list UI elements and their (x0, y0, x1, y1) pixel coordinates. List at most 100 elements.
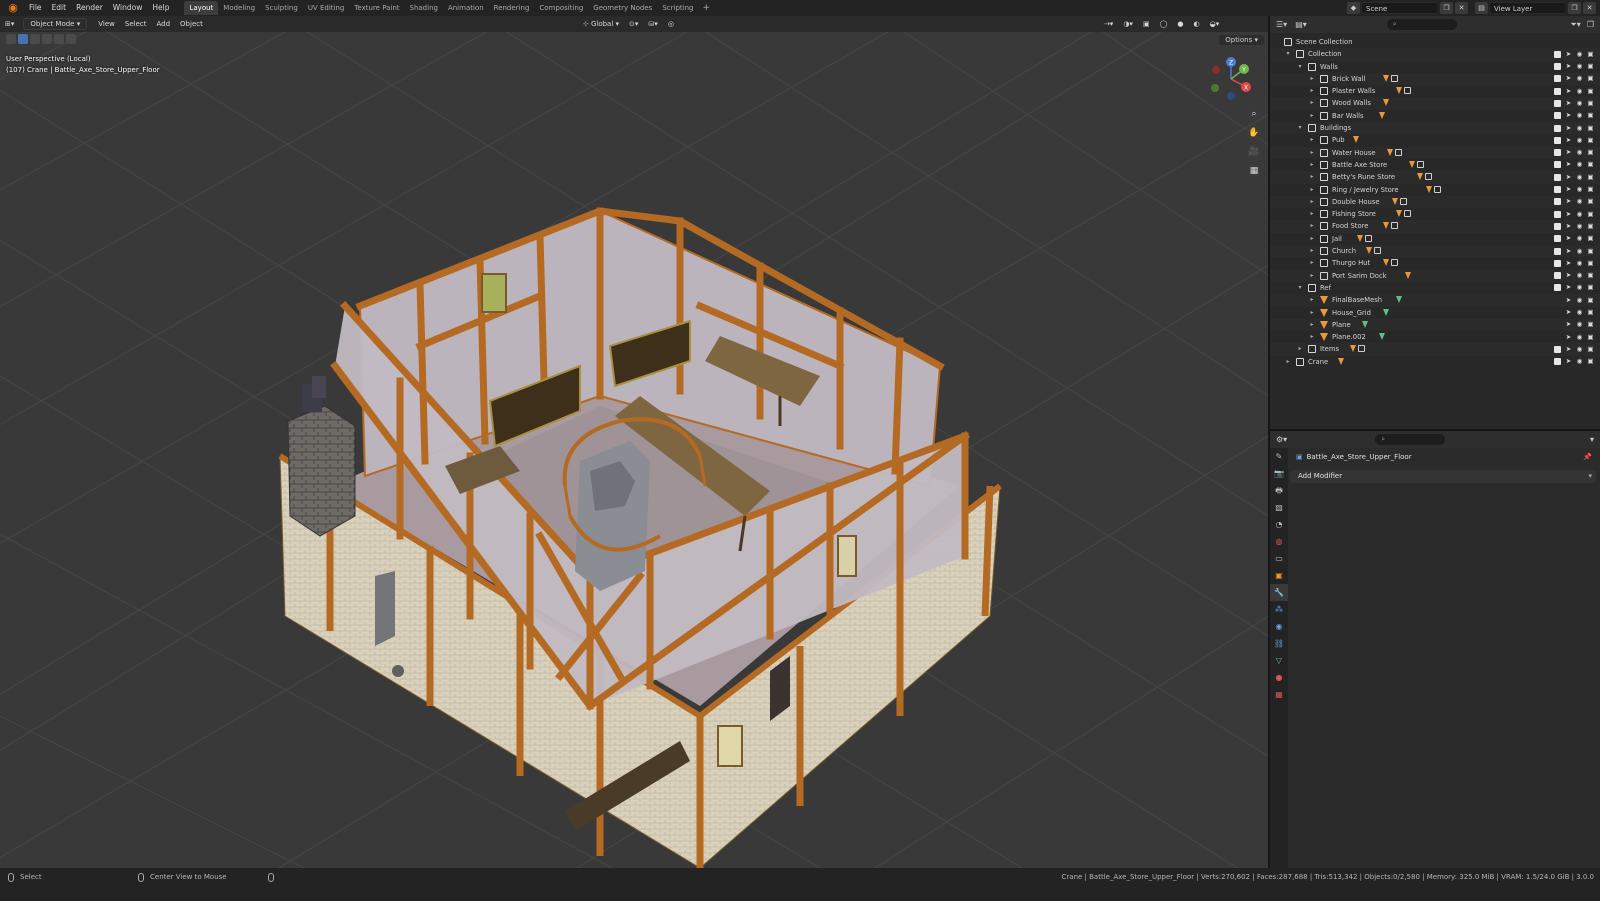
scene-icon[interactable]: ◆ (1347, 2, 1360, 14)
outliner-row[interactable]: ▸ Water House ➤ ◉ ▣ (1270, 146, 1600, 159)
expand-open-icon[interactable]: ▾ (1284, 48, 1292, 60)
particles-tab-icon[interactable]: ⁂ (1270, 601, 1288, 618)
expand-closed-icon[interactable]: ▸ (1308, 319, 1316, 331)
expand-closed-icon[interactable]: ▸ (1284, 356, 1292, 368)
outliner-row[interactable]: ▸ Wood Walls ➤ ◉ ▣ (1270, 97, 1600, 110)
expand-closed-icon[interactable]: ▸ (1296, 343, 1304, 355)
scene-name-field[interactable]: Scene (1361, 2, 1439, 14)
exclude-checkbox[interactable] (1554, 87, 1561, 95)
exclude-checkbox[interactable] (1554, 198, 1561, 206)
physics-tab-icon[interactable]: ◉ (1270, 618, 1288, 635)
visibility-eye-icon[interactable]: ◉ (1576, 99, 1583, 107)
row-contents-icons[interactable] (1404, 271, 1411, 279)
exclude-checkbox[interactable] (1554, 124, 1561, 132)
render-camera-icon[interactable]: ▣ (1587, 321, 1594, 328)
visibility-eye-icon[interactable]: ◉ (1576, 75, 1583, 82)
exclude-checkbox[interactable] (1554, 210, 1561, 218)
exclude-checkbox[interactable] (1554, 259, 1561, 267)
row-contents-icons[interactable] (1378, 111, 1385, 119)
row-contents-icons[interactable] (1361, 320, 1368, 328)
visibility-eye-icon[interactable]: ◉ (1576, 235, 1583, 242)
exclude-checkbox[interactable] (1554, 149, 1561, 157)
selectable-toggle-icon[interactable]: ➤ (1565, 186, 1572, 193)
selectable-toggle-icon[interactable]: ➤ (1565, 99, 1572, 107)
camera-view-icon[interactable]: 🎥 (1246, 144, 1262, 160)
row-contents-icons[interactable] (1426, 185, 1441, 193)
expand-open-icon[interactable]: ▾ (1296, 61, 1304, 73)
selectable-toggle-icon[interactable]: ➤ (1565, 247, 1572, 255)
selectable-toggle-icon[interactable]: ➤ (1565, 75, 1572, 82)
exclude-checkbox[interactable] (1554, 222, 1561, 230)
constraints-tab-icon[interactable]: ⛓ (1270, 635, 1288, 652)
pan-hand-icon[interactable]: ✋ (1246, 125, 1262, 141)
tab-texture-paint[interactable]: Texture Paint (349, 1, 404, 15)
row-contents-icons[interactable] (1383, 99, 1389, 107)
navigation-gizmo[interactable]: Z X Y (1208, 56, 1254, 102)
render-camera-icon[interactable]: ▣ (1587, 161, 1594, 168)
selectable-toggle-icon[interactable]: ➤ (1565, 124, 1572, 132)
visibility-eye-icon[interactable]: ◉ (1576, 333, 1583, 341)
tab-compositing[interactable]: Compositing (534, 1, 588, 15)
outliner-display-mode-icon[interactable]: ▤▾ (1295, 20, 1307, 29)
tab-geometry-nodes[interactable]: Geometry Nodes (588, 1, 657, 15)
menu-help[interactable]: Help (147, 0, 174, 16)
render-camera-icon[interactable]: ▣ (1587, 87, 1594, 95)
expand-closed-icon[interactable]: ▸ (1308, 196, 1316, 208)
render-camera-icon[interactable]: ▣ (1587, 173, 1594, 181)
render-camera-icon[interactable]: ▣ (1587, 272, 1594, 279)
building-model[interactable] (278, 207, 1002, 868)
filter-icon[interactable]: ⏷▾ (1570, 20, 1580, 30)
visibility-eye-icon[interactable]: ◉ (1576, 149, 1583, 156)
exclude-checkbox[interactable] (1554, 235, 1561, 243)
select-subtract-icon[interactable] (42, 34, 52, 44)
collection-tab-icon[interactable]: ▭ (1270, 550, 1288, 567)
add-workspace-icon[interactable]: + (698, 3, 714, 13)
visibility-eye-icon[interactable]: ◉ (1576, 198, 1583, 205)
expand-closed-icon[interactable]: ▸ (1308, 97, 1316, 109)
render-camera-icon[interactable]: ▣ (1587, 222, 1594, 230)
select-tool-icon[interactable] (6, 34, 16, 44)
mode-dropdown[interactable]: Object Mode ▾ (23, 18, 88, 30)
render-camera-icon[interactable]: ▣ (1587, 99, 1594, 107)
selectable-toggle-icon[interactable]: ➤ (1565, 272, 1572, 279)
expand-closed-icon[interactable]: ▸ (1308, 307, 1316, 319)
tab-layout[interactable]: Layout (184, 1, 219, 15)
shading-rendered-icon[interactable]: ◒▾ (1205, 16, 1225, 32)
render-camera-icon[interactable]: ▣ (1587, 136, 1594, 144)
render-camera-icon[interactable]: ▣ (1587, 124, 1594, 132)
visibility-eye-icon[interactable]: ◉ (1576, 136, 1583, 144)
render-camera-icon[interactable]: ▣ (1587, 247, 1594, 255)
shading-wireframe-icon[interactable]: ◯ (1155, 16, 1173, 32)
tool-tab-icon[interactable]: ✎ (1270, 448, 1288, 465)
visibility-eye-icon[interactable]: ◉ (1576, 259, 1583, 267)
outliner-row[interactable]: ▸ Items ➤ ◉ ▣ (1270, 343, 1600, 356)
shading-material-icon[interactable]: ◐ (1189, 16, 1205, 32)
visibility-eye-icon[interactable]: ◉ (1576, 63, 1583, 70)
visibility-eye-icon[interactable]: ◉ (1576, 124, 1583, 132)
world-tab-icon[interactable]: ◍ (1270, 533, 1288, 550)
render-camera-icon[interactable]: ▣ (1587, 112, 1594, 119)
row-contents-icons[interactable] (1357, 234, 1373, 242)
render-camera-icon[interactable]: ▣ (1587, 259, 1594, 267)
visibility-eye-icon[interactable]: ◉ (1576, 210, 1583, 218)
render-camera-icon[interactable]: ▣ (1587, 63, 1594, 70)
menu-render[interactable]: Render (71, 0, 108, 16)
selectable-toggle-icon[interactable]: ➤ (1565, 210, 1572, 218)
render-camera-icon[interactable]: ▣ (1587, 296, 1594, 304)
new-collection-icon[interactable]: ❐ (1587, 20, 1594, 29)
menu-view[interactable]: View (93, 16, 120, 32)
row-contents-icons[interactable] (1383, 259, 1398, 267)
visibility-eye-icon[interactable]: ◉ (1576, 222, 1583, 230)
gizmo-neg-x[interactable] (1212, 66, 1220, 74)
render-camera-icon[interactable]: ▣ (1587, 345, 1594, 353)
render-camera-icon[interactable]: ▣ (1587, 186, 1594, 193)
menu-file[interactable]: File (24, 0, 47, 16)
visibility-eye-icon[interactable]: ◉ (1576, 284, 1583, 291)
selectable-toggle-icon[interactable]: ➤ (1565, 198, 1572, 205)
selectable-toggle-icon[interactable]: ➤ (1565, 235, 1572, 242)
expand-closed-icon[interactable]: ▸ (1308, 208, 1316, 220)
snap-icon[interactable]: ⛁▾ (643, 16, 662, 32)
visibility-eye-icon[interactable]: ◉ (1576, 296, 1583, 304)
material-tab-icon[interactable]: ● (1270, 669, 1288, 686)
render-camera-icon[interactable]: ▣ (1587, 309, 1594, 316)
